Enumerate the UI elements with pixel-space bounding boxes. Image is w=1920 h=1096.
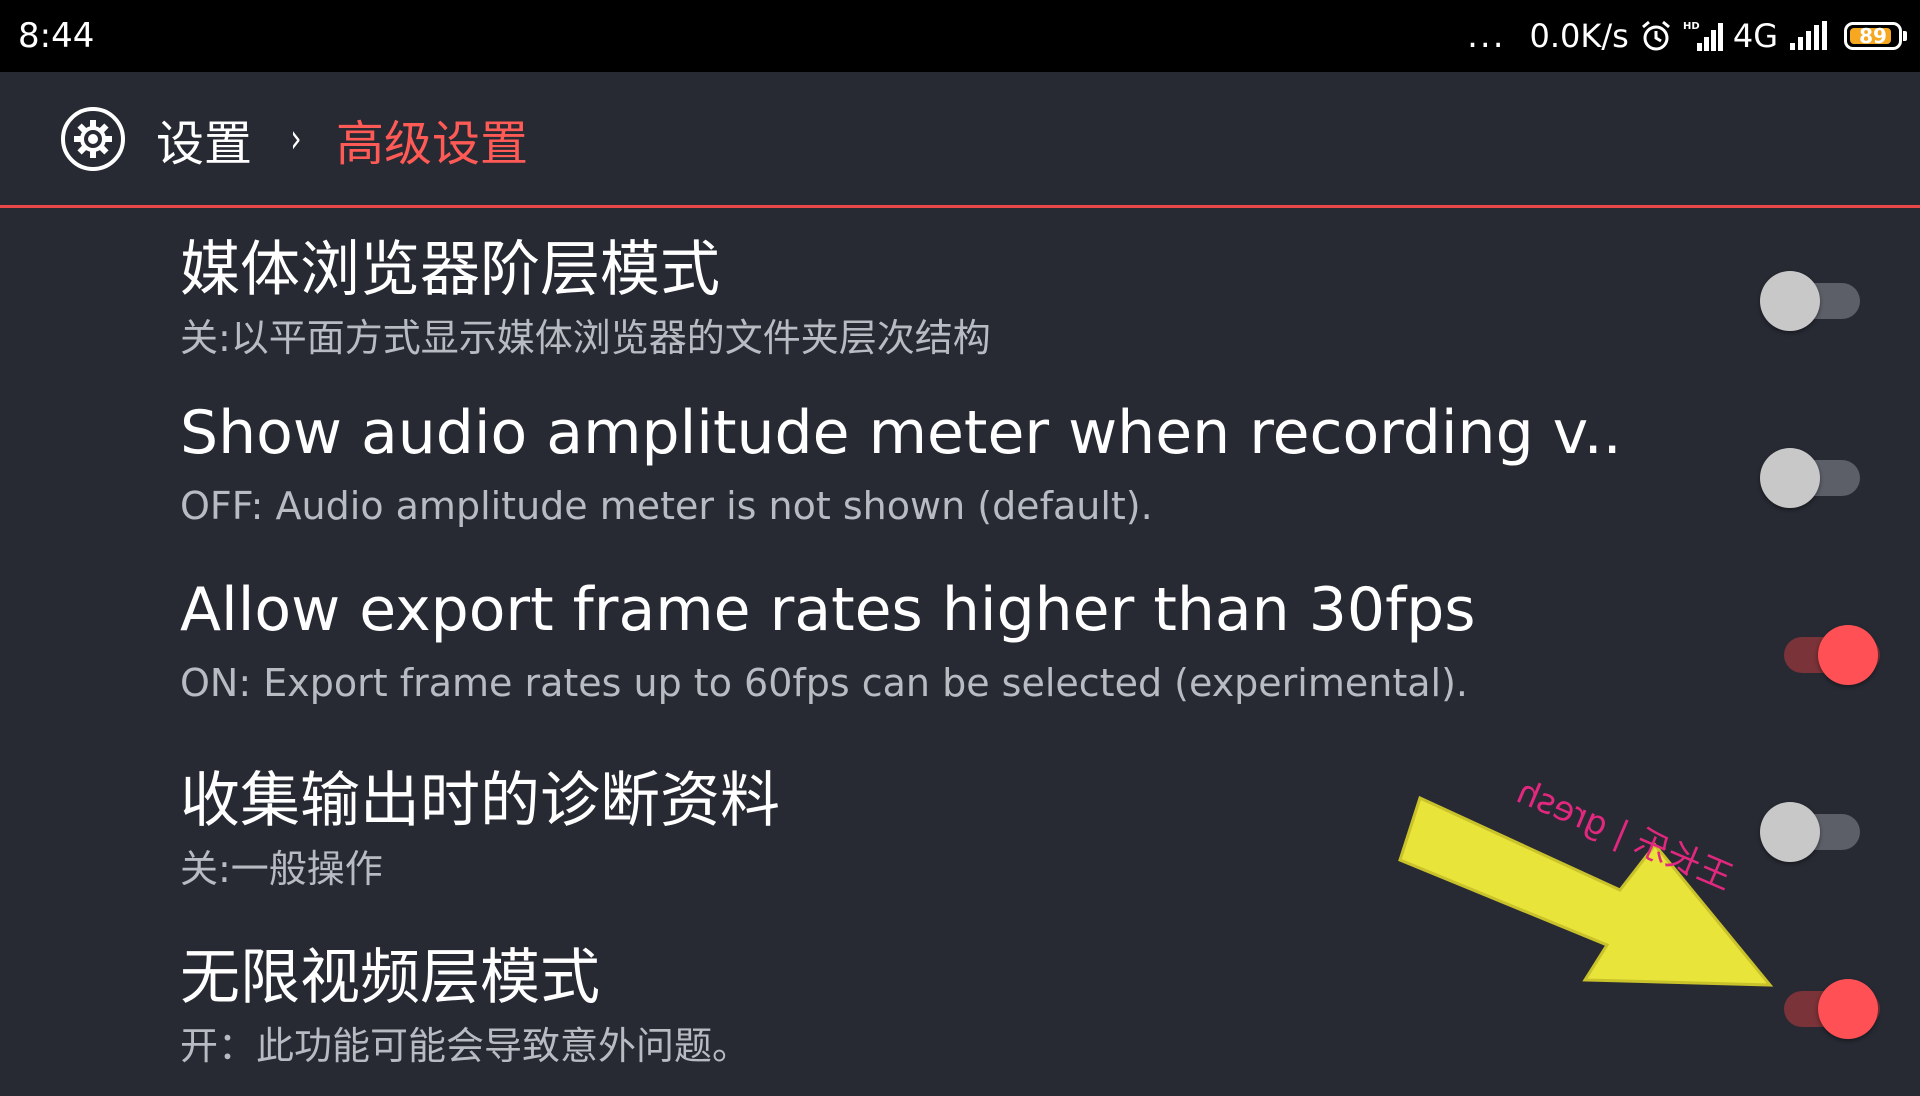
preference-summary: OFF: Audio amplitude meter is not shown … <box>180 484 1153 528</box>
preference-row[interactable]: 媒体浏览器阶层模式 关:以平面方式显示媒体浏览器的文件夹层次结构 <box>0 211 1920 388</box>
page-title: 高级设置 <box>336 115 529 172</box>
toggle-switch[interactable] <box>1760 442 1860 512</box>
toggle-thumb <box>1818 625 1878 685</box>
alarm-icon <box>1641 20 1670 51</box>
preference-row[interactable]: Allow export frame rates higher than 30f… <box>0 565 1920 742</box>
toggle-switch[interactable] <box>1760 265 1860 335</box>
preference-title: Allow export frame rates higher than 30f… <box>180 575 1476 645</box>
status-bar: 8:44 ... 0.0K/s HD 4G 89 <box>0 0 1920 72</box>
preference-summary: 关:一般操作 <box>180 847 383 891</box>
svg-text:HD: HD <box>1683 21 1700 32</box>
preference-summary: ON: Export frame rates up to 60fps can b… <box>180 661 1468 705</box>
signal-bars-icon <box>1790 21 1827 50</box>
battery-level: 89 <box>1859 24 1887 48</box>
more-notifications-icon: ... <box>1467 16 1506 56</box>
preference-title: 媒体浏览器阶层模式 <box>180 235 720 305</box>
battery-icon: 89 <box>1844 22 1907 50</box>
chevron-right-icon: › <box>290 115 302 162</box>
network-speed: 0.0K/s <box>1529 17 1629 55</box>
preference-title: Show audio amplitude meter when recordin… <box>180 398 1622 468</box>
breadcrumb-parent[interactable]: 设置 <box>156 104 252 174</box>
preference-title: 收集输出时的诊断资料 <box>180 766 780 836</box>
preference-summary: 关:以平面方式显示媒体浏览器的文件夹层次结构 <box>180 316 991 360</box>
status-time: 8:44 <box>18 16 95 56</box>
preference-summary: 开：此功能可能会导致意外问题。 <box>180 1024 751 1068</box>
toggle-thumb <box>1760 271 1820 331</box>
network-type: 4G <box>1732 17 1778 55</box>
toolbar: 设置 › 高级设置 <box>0 72 1920 208</box>
settings-icon[interactable] <box>60 106 126 172</box>
toggle-thumb <box>1818 979 1878 1039</box>
toggle-switch[interactable] <box>1760 619 1880 689</box>
hd-signal-icon: HD <box>1683 21 1723 51</box>
status-icons: ... 0.0K/s HD 4G 89 <box>1467 16 1907 56</box>
preference-title: 无限视频层模式 <box>180 943 600 1013</box>
toggle-thumb <box>1760 448 1820 508</box>
watermark-arrow-icon: 王长乐 | gresh <box>1398 780 1774 987</box>
preference-row[interactable]: Show audio amplitude meter when recordin… <box>0 388 1920 565</box>
